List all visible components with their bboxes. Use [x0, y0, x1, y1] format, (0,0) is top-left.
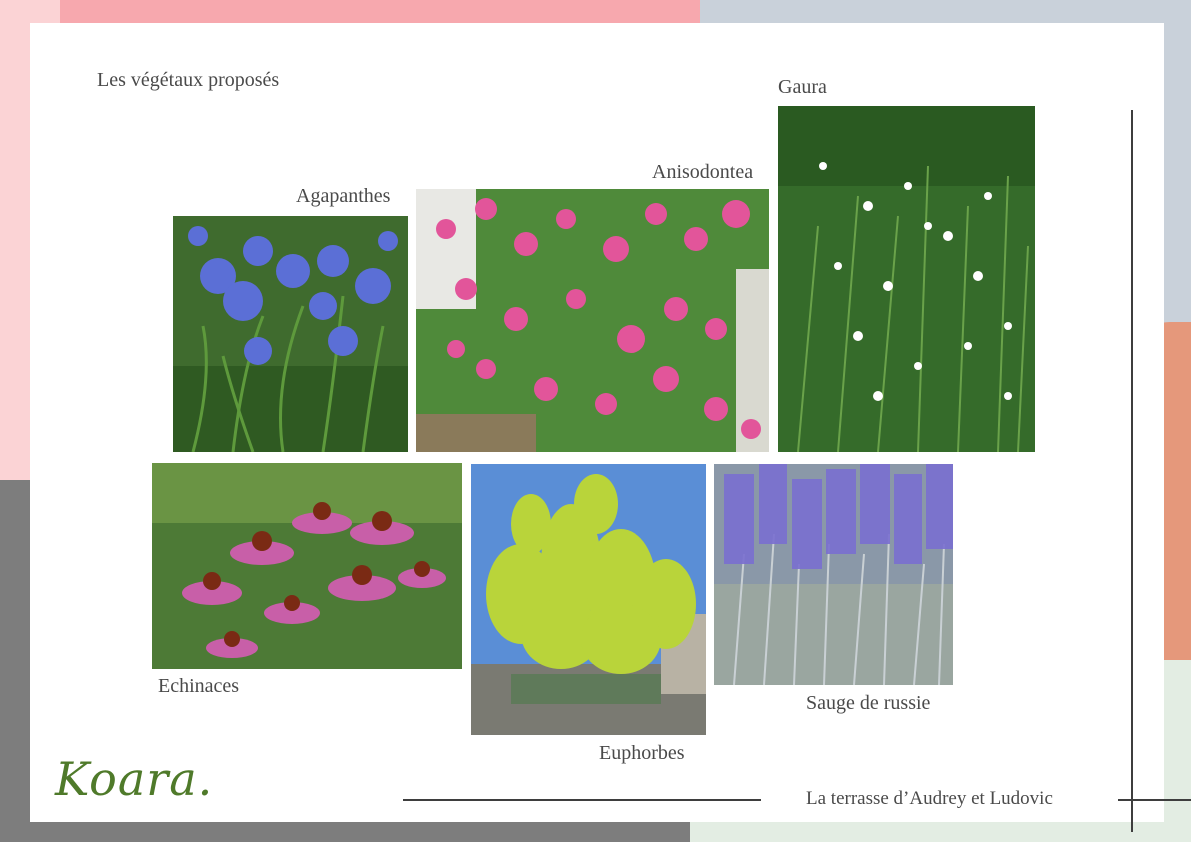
- label-sauge: Sauge de russie: [806, 692, 931, 714]
- photo-anisodontea: [416, 189, 769, 452]
- label-agapanthes: Agapanthes: [296, 185, 391, 207]
- vertical-divider: [1131, 110, 1133, 832]
- photo-euphorbes: [471, 464, 706, 735]
- label-anisodontea: Anisodontea: [652, 161, 754, 183]
- koara-logo: Koara.: [55, 752, 214, 806]
- label-gaura: Gaura: [778, 76, 827, 98]
- photo-gaura: [778, 106, 1035, 452]
- label-echinaces: Echinaces: [158, 675, 240, 697]
- label-euphorbes: Euphorbes: [599, 742, 685, 764]
- photo-sauge: [714, 464, 953, 685]
- photo-agapanthes: [173, 216, 408, 452]
- footer-line-left: [403, 799, 761, 801]
- photo-echinaces: [152, 463, 462, 669]
- footer-project-title: La terrasse d’Audrey et Ludovic: [806, 788, 1053, 809]
- page-title: Les végétaux proposés: [97, 69, 280, 91]
- footer-line-right: [1118, 799, 1191, 801]
